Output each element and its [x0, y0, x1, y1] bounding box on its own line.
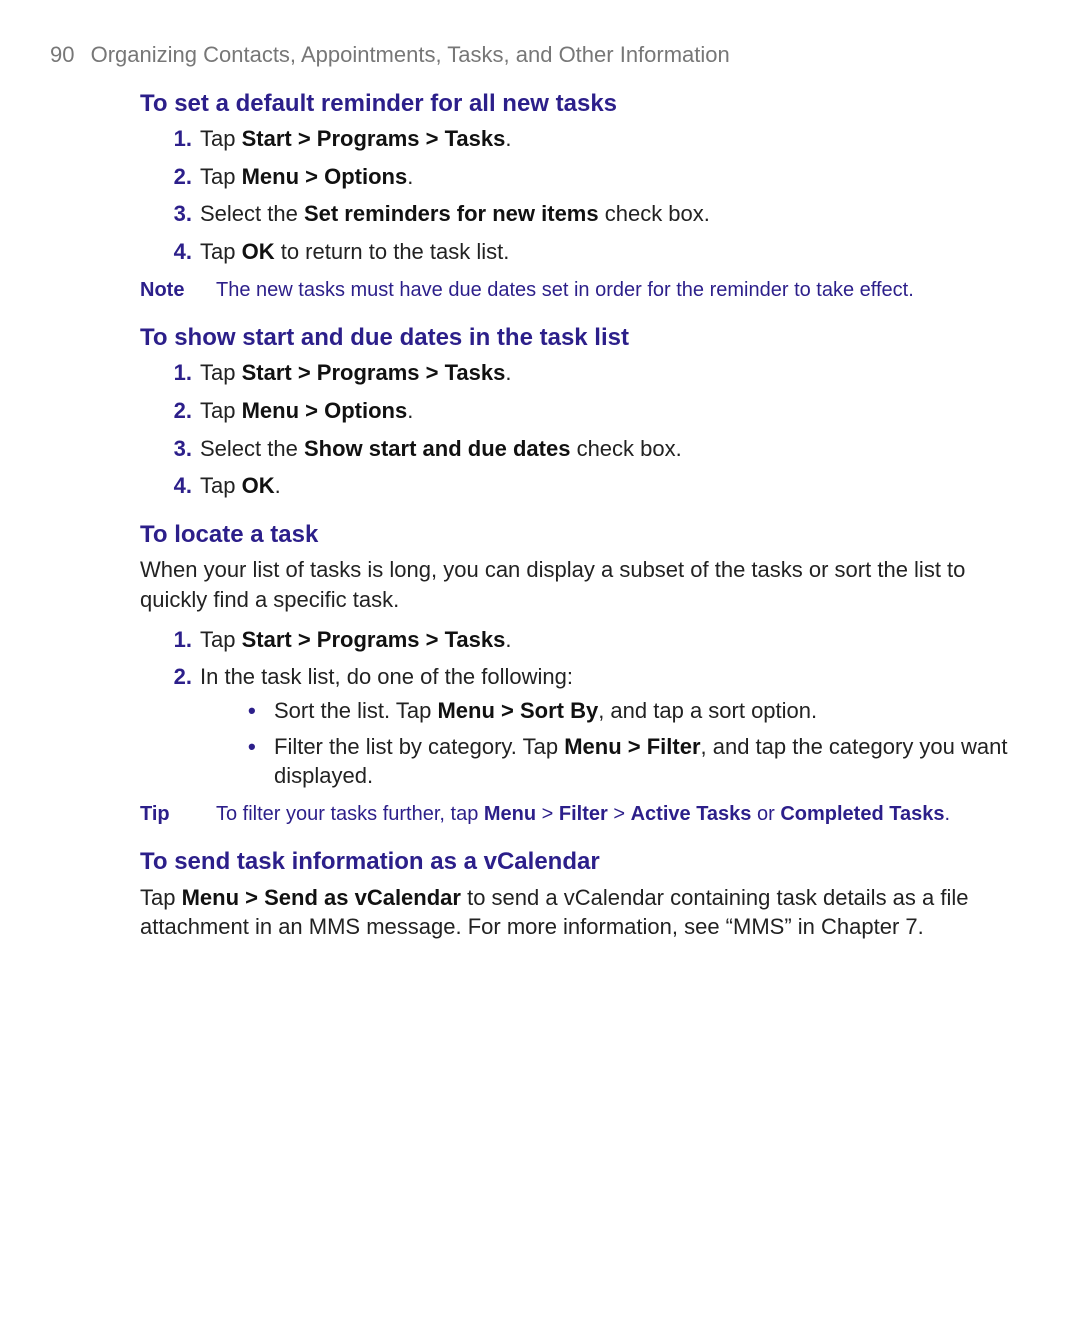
note-text: The new tasks must have due dates set in… [216, 277, 1020, 304]
step-marker: 2. [164, 396, 192, 426]
para-text: Tap [140, 885, 182, 910]
section-intro-locate-task: When your list of tasks is long, you can… [140, 555, 1020, 614]
step-text: . [275, 473, 281, 498]
step-text: . [505, 627, 511, 652]
tip-label: Tip [140, 801, 216, 828]
step-item: 4. Tap OK. [176, 471, 1020, 501]
step-bold: OK [242, 239, 275, 264]
section-title-send-vcalendar: To send task information as a vCalendar [140, 846, 1020, 878]
bullet-text: Sort the list. Tap [274, 698, 437, 723]
tip-block: Tip To filter your tasks further, tap Me… [140, 801, 1020, 828]
step-marker: 2. [164, 162, 192, 192]
bullet-bold: Menu > Sort By [437, 698, 598, 723]
step-text: to return to the task list. [275, 239, 510, 264]
section-title-show-dates: To show start and due dates in the task … [140, 322, 1020, 354]
tip-segment: > [536, 803, 559, 825]
step-text: . [407, 398, 413, 423]
step-text: Tap [200, 473, 242, 498]
step-text: check box. [570, 436, 681, 461]
step-item: 3. Select the Set reminders for new item… [176, 199, 1020, 229]
bullet-icon: • [248, 696, 256, 726]
step-item: 2. Tap Menu > Options. [176, 162, 1020, 192]
section-title-locate-task: To locate a task [140, 519, 1020, 551]
step-text: Select the [200, 436, 304, 461]
tip-bold: Active Tasks [631, 803, 752, 825]
step-text: Tap [200, 239, 242, 264]
bullet-bold: Menu > Filter [564, 734, 700, 759]
step-marker: 3. [164, 199, 192, 229]
tip-bold: Menu [484, 803, 536, 825]
note-block: Note The new tasks must have due dates s… [140, 277, 1020, 304]
step-text: In the task list, do one of the followin… [200, 664, 573, 689]
step-item: 1. Tap Start > Programs > Tasks. [176, 124, 1020, 154]
tip-segment: To filter your tasks further, tap [216, 803, 484, 825]
step-bold: OK [242, 473, 275, 498]
page-number: 90 [50, 42, 74, 67]
bullet-item: • Filter the list by category. Tap Menu … [254, 732, 1020, 791]
step-marker: 3. [164, 434, 192, 464]
step-text: check box. [599, 201, 710, 226]
step-bold: Menu > Options [242, 398, 408, 423]
step-text: Tap [200, 398, 242, 423]
steps-default-reminder: 1. Tap Start > Programs > Tasks. 2. Tap … [140, 124, 1020, 267]
step-text: Select the [200, 201, 304, 226]
steps-show-dates: 1. Tap Start > Programs > Tasks. 2. Tap … [140, 358, 1020, 501]
step-bold: Show start and due dates [304, 436, 571, 461]
step-item: 3. Select the Show start and due dates c… [176, 434, 1020, 464]
section-title-default-reminder: To set a default reminder for all new ta… [140, 88, 1020, 120]
page-content: To set a default reminder for all new ta… [140, 88, 1020, 942]
step-marker: 1. [164, 625, 192, 655]
para-bold: Menu > Send as vCalendar [182, 885, 461, 910]
note-label: Note [140, 277, 216, 304]
step-bold: Menu > Options [242, 164, 408, 189]
tip-bold: Filter [559, 803, 608, 825]
section-body-send-vcalendar: Tap Menu > Send as vCalendar to send a v… [140, 883, 1020, 942]
step-bold: Start > Programs > Tasks [242, 360, 506, 385]
step-bold: Start > Programs > Tasks [242, 126, 506, 151]
step-text: Tap [200, 627, 242, 652]
step-marker: 1. [164, 124, 192, 154]
step-item: 1. Tap Start > Programs > Tasks. [176, 358, 1020, 388]
steps-locate-task: 1. Tap Start > Programs > Tasks. 2. In t… [140, 625, 1020, 791]
step-item: 2. In the task list, do one of the follo… [176, 662, 1020, 791]
step-marker: 1. [164, 358, 192, 388]
tip-segment: > [608, 803, 631, 825]
bullet-item: • Sort the list. Tap Menu > Sort By, and… [254, 696, 1020, 726]
step-item: 1. Tap Start > Programs > Tasks. [176, 625, 1020, 655]
step-item: 4. Tap OK to return to the task list. [176, 237, 1020, 267]
tip-bold: Completed Tasks [780, 803, 944, 825]
step-bold: Start > Programs > Tasks [242, 627, 506, 652]
chapter-title: Organizing Contacts, Appointments, Tasks… [91, 42, 730, 67]
step-bold: Set reminders for new items [304, 201, 599, 226]
step-text: Tap [200, 164, 242, 189]
step-text: . [505, 126, 511, 151]
step-marker: 4. [164, 237, 192, 267]
step-text: Tap [200, 360, 242, 385]
page-header: 90 Organizing Contacts, Appointments, Ta… [50, 40, 1020, 70]
step-text: Tap [200, 126, 242, 151]
step-text: . [407, 164, 413, 189]
step-text: . [505, 360, 511, 385]
sub-bullets: • Sort the list. Tap Menu > Sort By, and… [200, 696, 1020, 791]
bullet-text: , and tap a sort option. [598, 698, 817, 723]
tip-text: To filter your tasks further, tap Menu >… [216, 801, 1020, 828]
step-item: 2. Tap Menu > Options. [176, 396, 1020, 426]
step-marker: 2. [164, 662, 192, 692]
step-marker: 4. [164, 471, 192, 501]
bullet-icon: • [248, 732, 256, 762]
tip-segment: . [944, 803, 950, 825]
bullet-text: Filter the list by category. Tap [274, 734, 564, 759]
tip-segment: or [751, 803, 780, 825]
